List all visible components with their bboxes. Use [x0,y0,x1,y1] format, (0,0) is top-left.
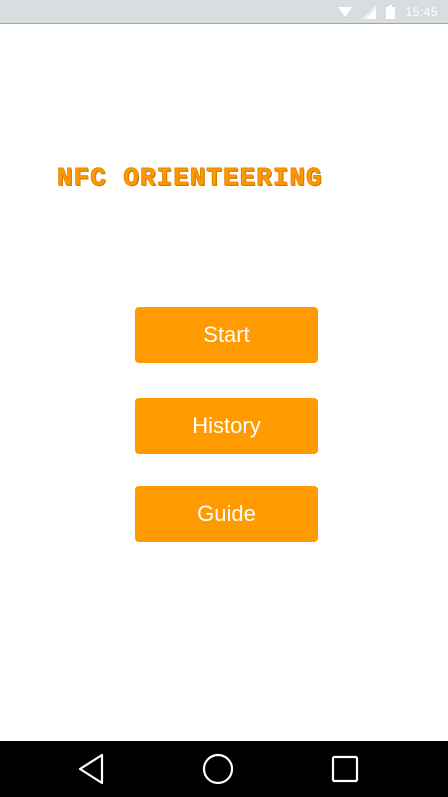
guide-button[interactable]: Guide [135,486,318,542]
recents-icon [331,755,359,783]
back-button[interactable] [71,749,111,789]
signal-icon [362,5,377,19]
status-time: 15:45 [405,5,438,19]
navigation-bar [0,741,448,797]
start-button[interactable]: Start [135,307,318,363]
recents-button[interactable] [325,749,365,789]
status-bar: 15:45 [0,0,448,24]
status-icons: 15:45 [338,4,438,20]
battery-icon [386,5,396,19]
app-title: NFC ORIENTEERING [57,163,323,194]
back-icon [78,753,104,785]
history-button[interactable]: History [135,398,318,454]
home-icon [202,753,234,785]
wifi-icon [338,7,353,17]
home-button[interactable] [198,749,238,789]
